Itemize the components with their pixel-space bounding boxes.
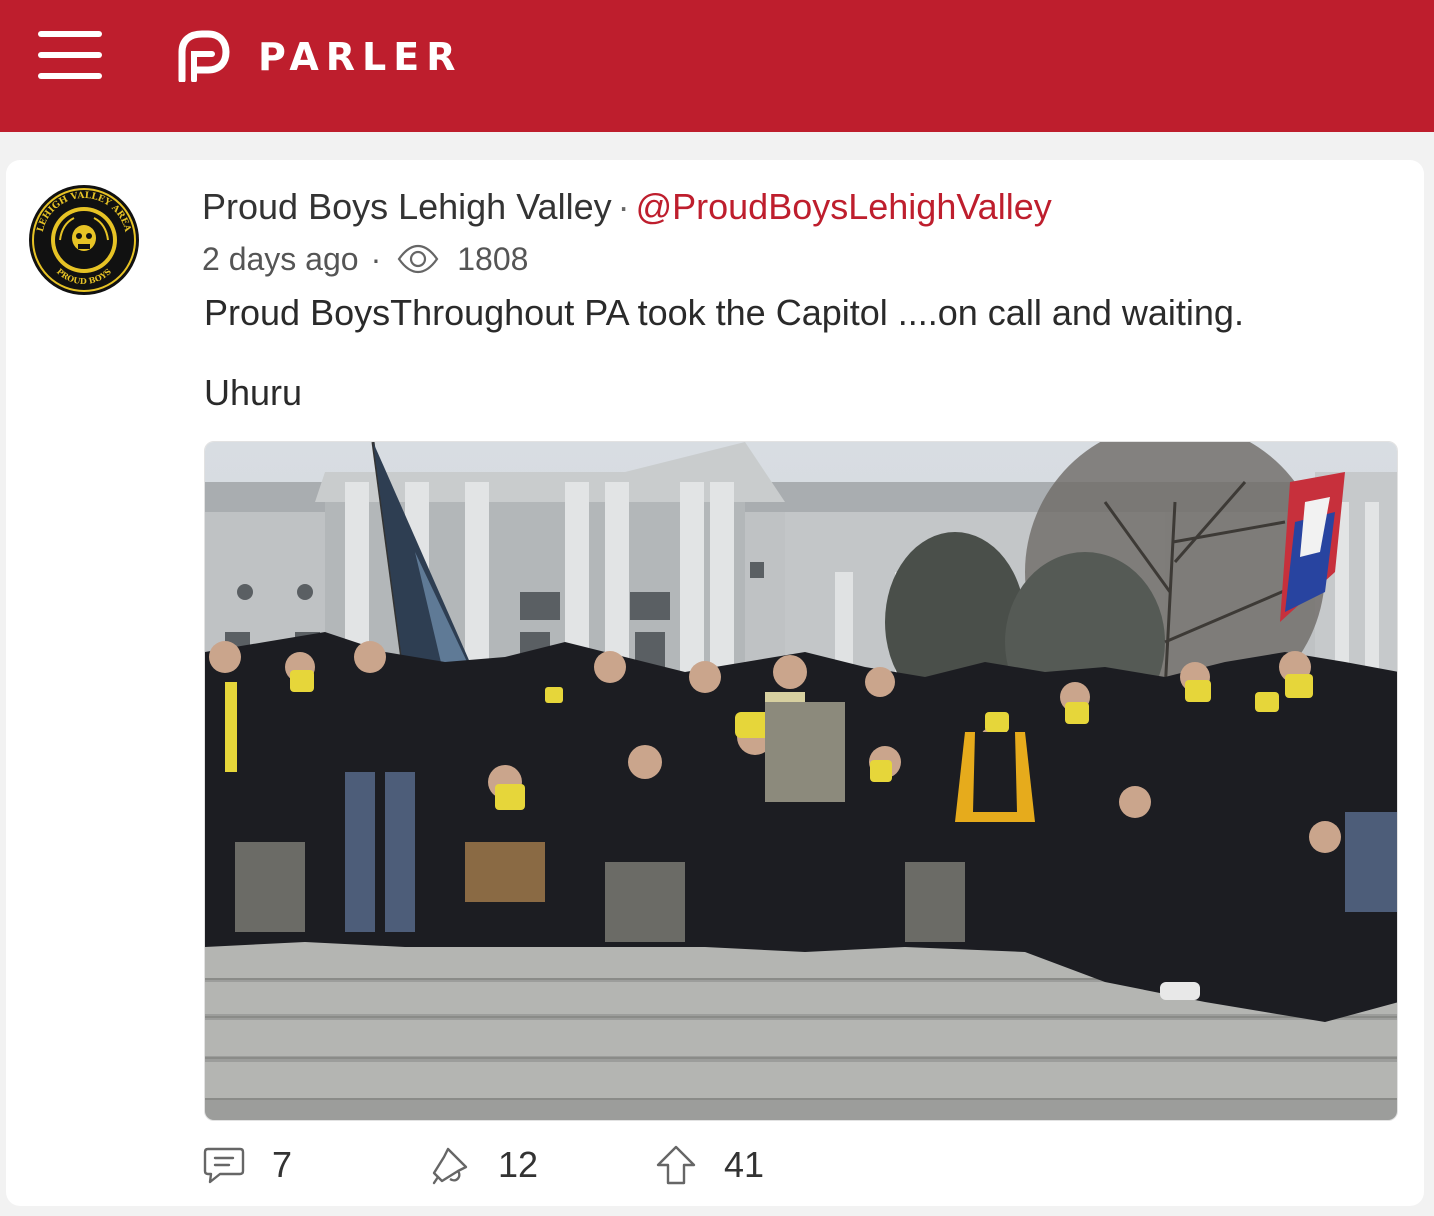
author-name[interactable]: Proud Boys Lehigh Valley [202, 186, 612, 227]
comment-button[interactable]: 7 [202, 1140, 292, 1190]
post-meta: 2 days ago · 1808 [202, 238, 528, 280]
comment-bubble-icon [203, 1147, 245, 1184]
avatar[interactable]: LEHIGH VALLEY AREA PROUD BOYS [28, 184, 140, 296]
post-text-line: Uhuru [204, 372, 303, 413]
post-image[interactable] [204, 441, 1398, 1121]
echo-button[interactable]: 12 [428, 1140, 538, 1190]
post-timestamp: 2 days ago [202, 241, 359, 277]
post-card: LEHIGH VALLEY AREA PROUD BOYS Proud Boys… [6, 160, 1424, 1206]
post-actions: 7 12 41 [202, 1140, 1102, 1190]
brand-name[interactable]: PARLER [258, 34, 462, 80]
upvote-count: 41 [724, 1144, 765, 1185]
post-text-line: Proud BoysThroughout PA took the Capitol… [204, 292, 1244, 333]
echo-megaphone-icon [432, 1147, 468, 1185]
separator-dot: · [370, 241, 382, 277]
post-body: Proud BoysThroughout PA took the Capitol… [204, 290, 1404, 416]
separator-dot: · [617, 186, 630, 227]
top-bar: PARLER [0, 0, 1434, 132]
eye-icon [397, 244, 439, 274]
upvote-button[interactable]: 41 [654, 1140, 764, 1190]
hamburger-menu-icon[interactable] [38, 31, 104, 81]
view-count: 1808 [457, 241, 529, 277]
parler-p-logo-icon[interactable] [176, 30, 230, 82]
upvote-arrow-icon [656, 1145, 696, 1185]
author-handle[interactable]: @ProudBoysLehighValley [636, 186, 1052, 227]
post-header: Proud Boys Lehigh Valley · @ProudBoysLehig… [202, 184, 1052, 230]
comment-count: 7 [272, 1144, 293, 1185]
echo-count: 12 [498, 1144, 539, 1185]
